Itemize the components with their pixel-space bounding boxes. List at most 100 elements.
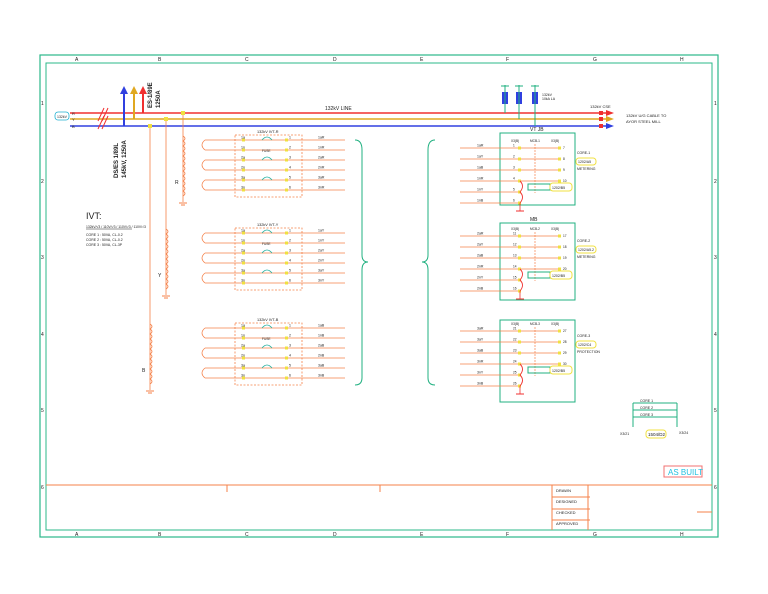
column-label-top: G [593, 57, 597, 63]
out-terminal-number: 9 [563, 168, 565, 172]
terminal-number: 21 [513, 327, 517, 331]
la-label-2: 10kA LA [542, 97, 556, 101]
ivt-left-terminal: 3n [241, 374, 245, 378]
terminal-dot [518, 256, 521, 260]
terminal-dot [285, 346, 288, 350]
terminal-dot [558, 340, 561, 344]
terminal-dot [285, 366, 288, 370]
row-label-left: 2 [41, 179, 44, 185]
ivt-output-label: 3aB [318, 364, 325, 368]
ivt-left-terminal: 1a [241, 324, 245, 328]
junction-box-2: MB X3(B) MCB-2 X3(B) 2aR 11 17 2aY 12 18 2aB 13 19 2n… [460, 217, 597, 301]
as-built-stamp: AS BUILT [668, 468, 703, 477]
terminal-strip-label: X3(B) [511, 227, 519, 231]
out-terminal-number: 30 [563, 362, 567, 366]
ivt-right-terminal: 6 [289, 279, 291, 283]
terminal-dot [558, 362, 561, 366]
terminal-dot [518, 245, 521, 249]
wire-label: 2aR [477, 232, 484, 236]
junction-dot [164, 117, 168, 121]
out-terminal-number: 27 [563, 329, 567, 333]
ivt-left-terminal: 1a [241, 229, 245, 233]
ivt-right-terminal: 2 [289, 334, 291, 338]
legend-left-term: X3/21 [620, 432, 629, 436]
ivt-output-label: 2nB [318, 354, 325, 358]
link-bracket [527, 183, 551, 191]
legend-ref: 1504/D2 [648, 432, 666, 437]
ivt-right-terminal: 4 [289, 166, 291, 170]
title-block-drawn: DRAWN [556, 488, 571, 493]
terminal-dot [285, 326, 288, 330]
wire-label: 1aY [477, 155, 484, 159]
wire-label: 3aB [477, 349, 484, 353]
secondary-winding-icon [201, 139, 206, 151]
column-label-bottom: D [333, 532, 337, 538]
out-terminal-number: 19 [563, 256, 567, 260]
terminal-dot [518, 157, 521, 161]
ivt-note-ratio: 132kV/√3 / 110V/√3 / 110V/√3 / 110V/√3 [86, 225, 146, 229]
ds-label-1: DS/ES 1/89L [114, 143, 120, 178]
title-block-designed: DESIGNED [556, 499, 577, 504]
terminal-dot [558, 168, 561, 172]
column-label-top: D [333, 57, 337, 63]
ivt-note-core-3: CORE 3 : 50VA, CL-3P [86, 243, 123, 247]
terminal-dot [558, 351, 561, 355]
fuse-label: FUSE [262, 337, 271, 341]
row-label-right: 6 [714, 485, 717, 491]
terminal-dot [518, 329, 521, 333]
junction-box-1: VT JB X3(B) MCB-1 X3(B) 1aR 1 7 1aY 2 8 1aB 3 9 1nR 4 1… [460, 127, 597, 212]
terminal-dot [285, 356, 288, 360]
terminal-strip-label: X3(B) [511, 139, 519, 143]
mcb-label: MCB-1 [530, 139, 540, 143]
terminal-dot [285, 241, 288, 245]
terminal-dot [285, 281, 288, 285]
phase-label-y: Y [72, 117, 75, 122]
ivt-right-terminal: 3 [289, 344, 291, 348]
ivt-right-terminal: 2 [289, 146, 291, 150]
fuse-icon [261, 229, 273, 234]
legend-core-1: CORE 1 [640, 399, 653, 403]
fuse-icon [261, 324, 273, 329]
title-block-checked: CHECKED [556, 510, 576, 515]
terminal-number: 11 [513, 232, 517, 236]
core-use: METERING [577, 255, 596, 259]
wire-label: 1aR [477, 144, 484, 148]
fuse-label: FUSE [262, 242, 271, 246]
row-label-right: 2 [714, 179, 717, 185]
inner-border [45, 62, 713, 531]
ivt-output-label: 3nY [318, 279, 325, 283]
ivt-note-core-1: CORE 1 : 50VA, CL-0.2 [86, 233, 123, 237]
line-label: 132kV LINE [325, 106, 352, 112]
mcb-label: MCB-3 [530, 322, 540, 326]
out-terminal-number: 8 [563, 157, 565, 161]
ivt-output-label: 3aY [318, 269, 325, 273]
terminal-dot [518, 340, 521, 344]
ivt-output-label: 2nR [318, 166, 325, 170]
wire-label: 1aB [477, 166, 484, 170]
row-label-left: 1 [41, 101, 44, 107]
ivt-left-terminal: 2a [241, 249, 245, 253]
terminal-dot [285, 168, 288, 172]
ivt-output-label: 1nB [318, 334, 325, 338]
column-label-top: F [506, 57, 509, 63]
core-label: CORE-3 [577, 334, 590, 338]
terminal-dot [518, 234, 521, 238]
fuse-icon [261, 156, 273, 161]
link-bracket [527, 366, 551, 374]
cross-ref-tag: 1202/B5 [552, 274, 565, 278]
terminal-number: 4 [513, 177, 515, 181]
ivt-blocks: R 132kV IVT-R 1a 1 1aR 1n 2 1nR 2a 3 2aR 2n 4 2nR 3a 5 3… [142, 111, 345, 394]
out-terminal-number: 7 [563, 146, 565, 150]
fuse-icon [261, 269, 273, 274]
terminal-dot [558, 179, 561, 183]
dest-label-2: AYOR STEEL MILL [626, 119, 661, 124]
ivt-phase-label: Y [158, 273, 162, 279]
terminal-number: 23 [513, 349, 517, 353]
out-terminal-number: 17 [563, 234, 567, 238]
ivt-left-terminal: 2n [241, 166, 245, 170]
ivt-terminal-box [234, 227, 303, 291]
terminal-number: 22 [513, 338, 517, 342]
ivt-output-label: 2aR [318, 156, 325, 160]
secondary-winding-icon [201, 252, 206, 264]
phase-label-b: B [72, 124, 75, 129]
